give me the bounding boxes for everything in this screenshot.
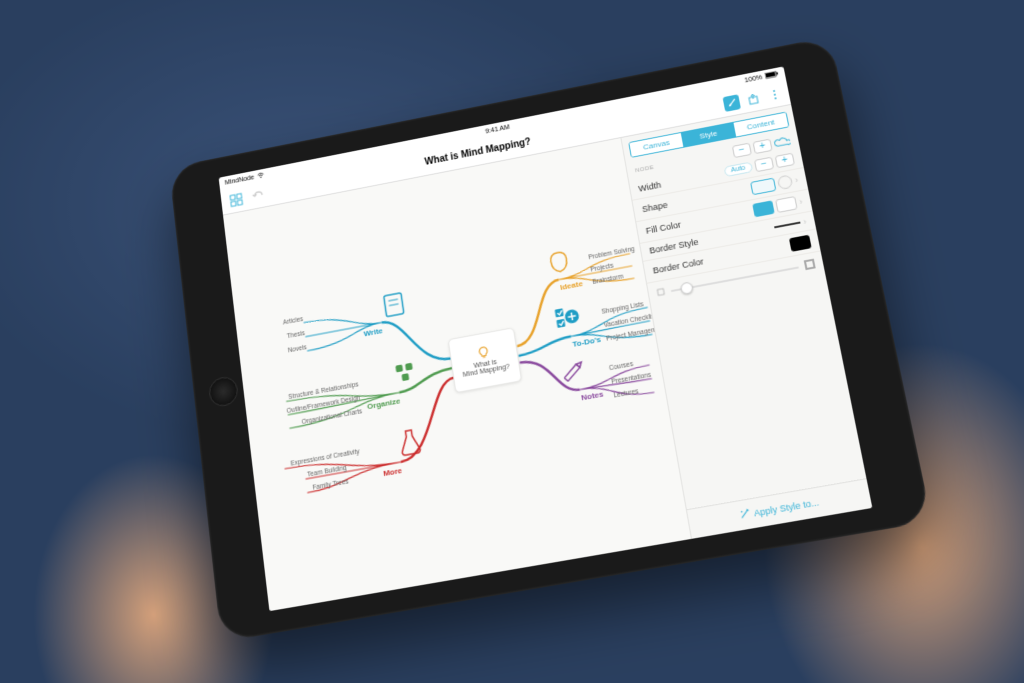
tab-style[interactable]: Style: [681, 123, 736, 147]
fill-swatch[interactable]: [752, 200, 774, 217]
fill-swatch-outline[interactable]: [775, 196, 798, 213]
leaf: Family Trees: [312, 478, 349, 492]
label-border-color: Border Color: [652, 257, 704, 276]
leaf: Lectures: [613, 388, 639, 400]
mindmap-canvas[interactable]: Write Articles Thesis Novels Organize St…: [223, 138, 691, 611]
brain-icon: [550, 251, 569, 273]
leaf: Brainstorm: [592, 273, 624, 286]
leaf: Courses: [609, 361, 634, 373]
grid-icon[interactable]: [228, 191, 244, 208]
leaf: Thesis: [286, 330, 305, 340]
leaf: Novels: [287, 344, 307, 354]
leaf: Team Building: [307, 464, 348, 478]
label-shape: Shape: [641, 200, 668, 214]
battery-percent: 100%: [744, 74, 763, 84]
central-label: What is Mind Mapping?: [461, 357, 510, 379]
branch-more: More: [383, 466, 403, 479]
leaf: Problem Solving: [588, 246, 636, 262]
org-icon: [395, 363, 414, 382]
battery-icon: [764, 70, 779, 81]
app-screen: MindNode 9:41 AM 100%: [219, 66, 873, 611]
chevron-right-icon: ›: [798, 197, 803, 207]
lightbulb-icon: [476, 344, 492, 360]
slider-thumb[interactable]: [680, 281, 694, 295]
branch-write: Write: [363, 326, 383, 338]
border-style-solid[interactable]: [774, 222, 800, 229]
label-width: Width: [638, 180, 662, 194]
thin-icon: [656, 287, 666, 298]
branch-notes: Notes: [580, 389, 604, 402]
shape-rect-option[interactable]: [750, 178, 776, 196]
wifi-icon: [257, 171, 265, 181]
apply-style-button[interactable]: Apply Style to...: [687, 478, 873, 539]
leaf: Presentations: [611, 372, 652, 386]
checklist-icon: [555, 306, 581, 328]
chevron-right-icon: ›: [794, 175, 799, 185]
pencil-icon: [564, 360, 583, 381]
home-button[interactable]: [208, 375, 240, 409]
wand-icon: [738, 508, 751, 522]
collapse-minus-button[interactable]: −: [732, 143, 752, 158]
undo-icon[interactable]: [250, 187, 267, 204]
tab-content[interactable]: Content: [733, 113, 788, 137]
thick-icon: [804, 259, 816, 272]
more-icon[interactable]: [765, 85, 784, 103]
brush-icon[interactable]: [722, 94, 740, 112]
shape-circle-option[interactable]: [777, 174, 794, 190]
section-node: NODE: [635, 165, 655, 174]
branch-ideate: Ideate: [559, 279, 583, 292]
branch-todos: To-Do's: [572, 335, 602, 349]
chevron-right-icon: ›: [802, 217, 807, 227]
width-minus-button[interactable]: −: [754, 157, 774, 173]
border-color-swatch[interactable]: [789, 235, 812, 252]
width-plus-button[interactable]: +: [775, 153, 795, 169]
leaf: Articles: [283, 316, 304, 327]
label-fill: Fill Color: [645, 220, 682, 236]
expand-plus-button[interactable]: +: [753, 139, 773, 154]
tab-canvas[interactable]: Canvas: [629, 133, 683, 157]
auto-chip[interactable]: Auto: [723, 162, 753, 178]
share-icon[interactable]: [744, 90, 763, 108]
cloud-icon[interactable]: [773, 135, 791, 149]
apply-label: Apply Style to...: [753, 497, 820, 518]
